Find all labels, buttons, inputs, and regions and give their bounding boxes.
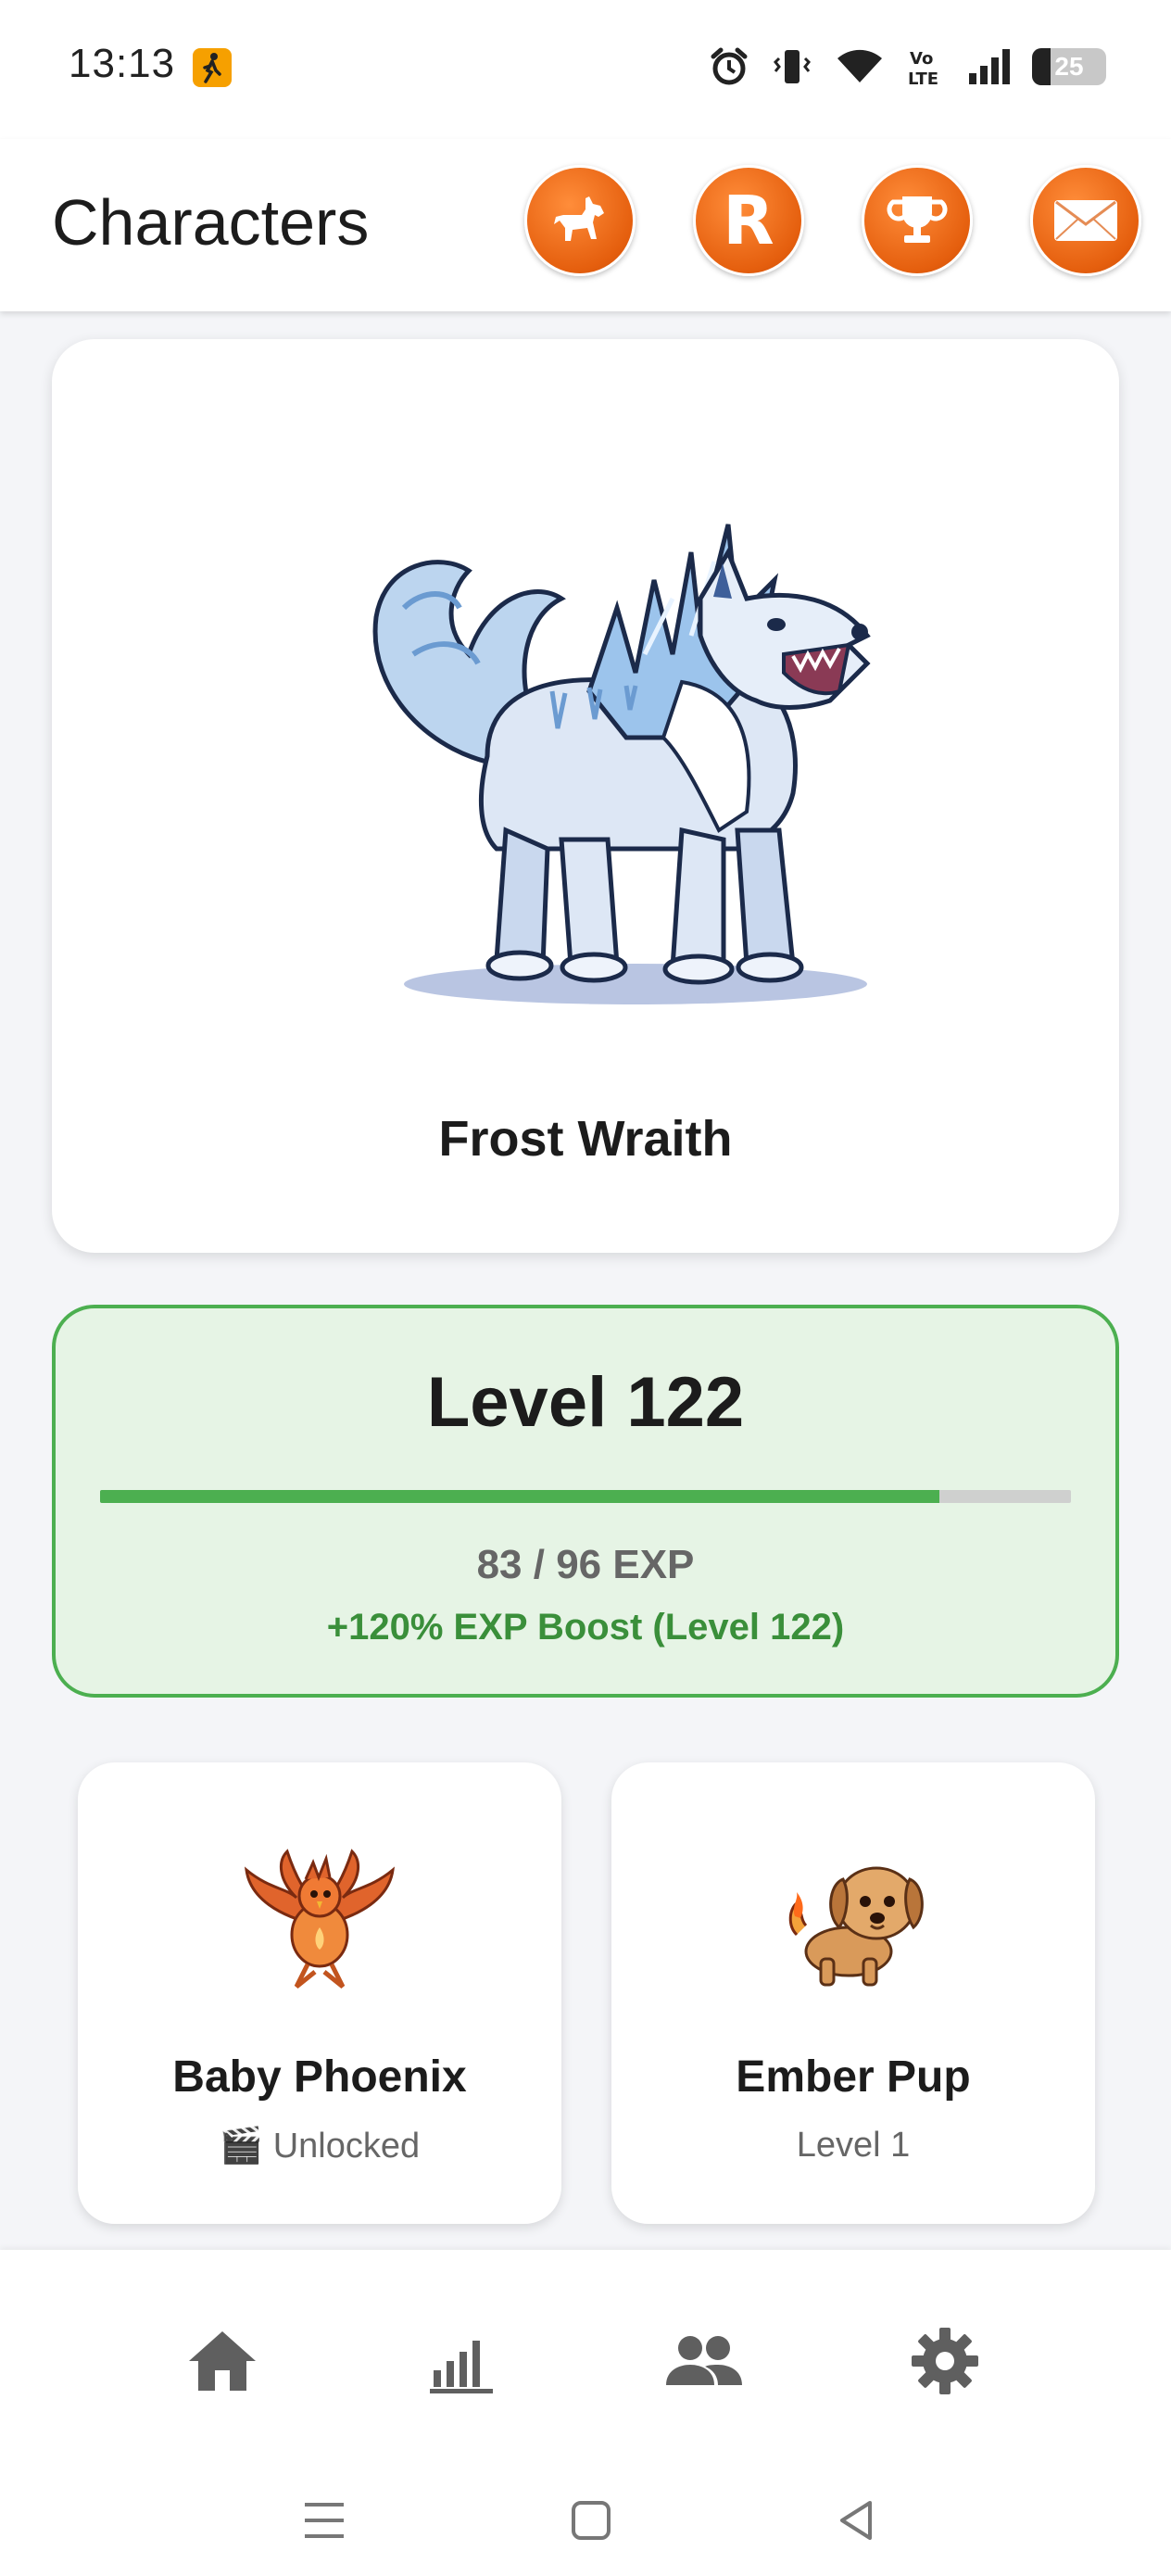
nav-home-button[interactable]	[176, 2315, 269, 2407]
dog-icon	[554, 196, 604, 241]
svg-text:Vo: Vo	[910, 49, 933, 69]
system-back-button[interactable]	[828, 2493, 884, 2548]
nav-stats-button[interactable]	[415, 2315, 508, 2407]
alarm-icon	[708, 45, 750, 88]
character-status: Level 1	[796, 2126, 911, 2165]
home-icon	[189, 2331, 256, 2391]
vibrate-icon	[771, 45, 813, 88]
baby-phoenix-image	[245, 1849, 395, 1989]
svg-text:LTE: LTE	[908, 69, 938, 88]
settings-icon	[912, 2328, 978, 2394]
mail-icon	[1054, 200, 1117, 241]
mail-button[interactable]	[1030, 165, 1141, 276]
dog-button[interactable]	[524, 165, 636, 276]
app-header: Characters R	[0, 139, 1171, 311]
ice-wolf-image	[372, 524, 871, 1004]
character-name: Frost Wraith	[438, 1111, 733, 1167]
stats-icon	[430, 2341, 493, 2393]
character-status: 🎬 Unlocked	[219, 2127, 421, 2166]
page-title: Characters	[52, 186, 370, 259]
exp-progress-fill	[100, 1490, 940, 1503]
trophy-button[interactable]	[862, 165, 973, 276]
active-character-card[interactable]: Frost Wraith	[52, 339, 1119, 1253]
r-button[interactable]: R	[693, 165, 804, 276]
exp-boost-text: +120% EXP Boost (Level 122)	[326, 1607, 845, 1648]
battery-icon: 25	[1032, 48, 1106, 85]
home-square-icon	[572, 2501, 611, 2540]
exp-progress-bar	[100, 1490, 1071, 1503]
trophy-icon	[887, 196, 948, 243]
back-icon	[840, 2501, 872, 2540]
menu-icon	[305, 2503, 344, 2538]
character-name: Baby Phoenix	[172, 2052, 467, 2102]
pedestrian-icon	[193, 48, 232, 87]
signal-icon	[967, 45, 1012, 88]
nav-settings-button[interactable]	[899, 2315, 991, 2407]
character-card-baby-phoenix[interactable]: Baby Phoenix 🎬 Unlocked	[78, 1762, 561, 2224]
status-icons: Vo LTE 25	[708, 39, 1106, 95]
wifi-icon	[834, 45, 886, 88]
friends-icon	[666, 2336, 742, 2385]
r-icon: R	[723, 182, 774, 259]
ember-pup-image	[788, 1866, 924, 1987]
level-card: Level 122 83 / 96 EXP +120% EXP Boost (L…	[52, 1305, 1119, 1698]
volte-icon: Vo LTE	[906, 45, 947, 88]
status-time: 13:13	[69, 41, 176, 86]
nav-friends-button[interactable]	[658, 2315, 750, 2407]
status-bar: 13:13 Vo LTE 25	[0, 0, 1171, 139]
character-name: Ember Pup	[736, 2052, 971, 2102]
battery-level: 25	[1054, 52, 1084, 81]
character-card-ember-pup[interactable]: Ember Pup Level 1	[611, 1762, 1095, 2224]
exp-text: 83 / 96 EXP	[476, 1542, 695, 1587]
level-title: Level 122	[426, 1363, 745, 1442]
system-menu-button[interactable]	[296, 2493, 352, 2548]
system-home-button[interactable]	[563, 2493, 619, 2548]
bottom-nav	[0, 2250, 1171, 2576]
